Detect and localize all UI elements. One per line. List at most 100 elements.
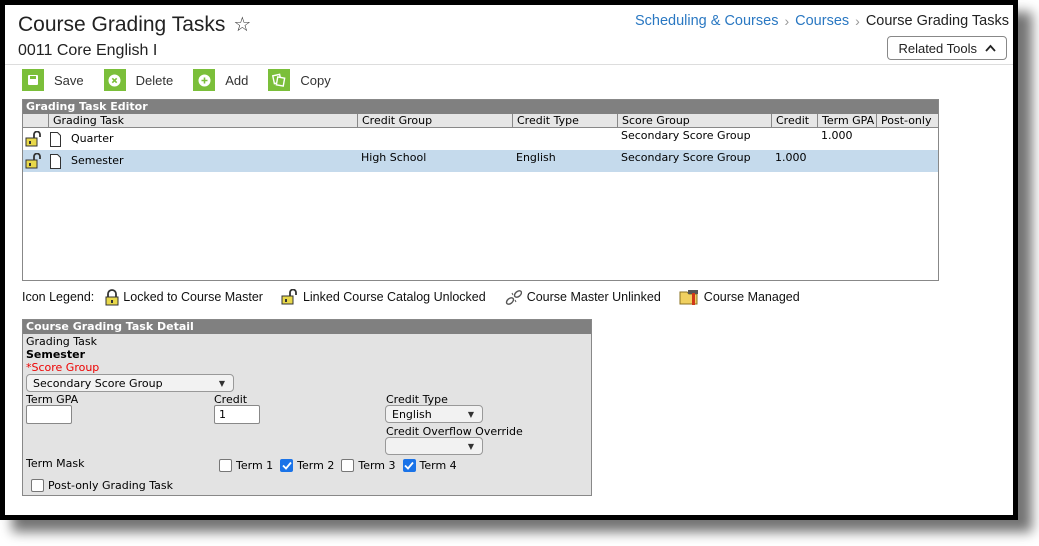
term-mask-checkboxes: Term 1 Term 2 Term 3 Term 4 <box>219 459 464 472</box>
grading-task-label: Grading Task <box>26 335 98 348</box>
credit-cell <box>771 128 817 150</box>
column-header-credit-type[interactable]: Credit Type <box>512 114 617 127</box>
table-row[interactable]: Quarter Secondary Score Group 1.000 <box>23 128 938 150</box>
chevron-up-icon <box>985 44 996 52</box>
course-grading-task-detail: Course Grading Task Detail Grading Task … <box>22 319 592 496</box>
score-group-select[interactable]: Secondary Score Group ▼ <box>26 374 234 392</box>
task-cell: Semester <box>23 150 357 172</box>
unlocked-icon <box>25 131 41 147</box>
grading-task-editor: Grading Task Editor Grading Task Credit … <box>22 99 939 281</box>
post-only-checkbox[interactable] <box>31 479 44 492</box>
credit-group-cell: High School <box>361 151 427 164</box>
credit-group-cell <box>357 128 512 150</box>
locked-icon <box>105 288 119 305</box>
term-label: Term 1 <box>236 459 274 472</box>
related-tools-label: Related Tools <box>898 40 977 56</box>
credit-overflow-select[interactable]: ▼ <box>385 437 483 455</box>
credit-cell: 1.000 <box>775 151 807 164</box>
credit-type-selected: English <box>392 407 432 421</box>
chevron-down-icon: ▼ <box>467 409 474 419</box>
add-button[interactable]: Add <box>193 69 248 91</box>
term-1-option[interactable]: Term 1 <box>219 459 273 472</box>
save-icon <box>22 69 44 91</box>
header-divider <box>5 64 1013 65</box>
page-subtitle: 0011 Core English I <box>18 42 158 59</box>
breadcrumb-current: Course Grading Tasks <box>865 13 1009 29</box>
action-toolbar: Save Delete Add Copy <box>22 69 331 91</box>
checkmark-icon <box>404 461 414 470</box>
column-header-score-group[interactable]: Score Group <box>617 114 771 127</box>
post-only-label: Post-only Grading Task <box>48 479 173 492</box>
breadcrumb: Scheduling & Courses › Courses › Course … <box>635 13 1009 29</box>
credit-input[interactable]: 1 <box>214 405 260 424</box>
score-group-cell: Secondary Score Group <box>621 129 751 142</box>
score-group-selected: Secondary Score Group <box>33 376 163 390</box>
term-2-checkbox[interactable] <box>280 459 294 472</box>
breadcrumb-scheduling[interactable]: Scheduling & Courses <box>635 13 778 29</box>
save-button[interactable]: Save <box>22 69 84 91</box>
term-4-option[interactable]: Term 4 <box>402 459 457 472</box>
course-managed-icon <box>679 290 698 305</box>
column-header-post-only[interactable]: Post-only <box>876 114 938 127</box>
save-label: Save <box>54 72 84 88</box>
score-group-cell: Secondary Score Group <box>621 151 751 164</box>
grading-task-value: Semester <box>26 348 85 361</box>
task-cell: Quarter <box>23 128 357 150</box>
copy-button[interactable]: Copy <box>268 69 331 91</box>
term-mask-label: Term Mask <box>26 457 85 470</box>
unlocked-icon <box>281 289 297 305</box>
star-icon[interactable]: ☆ <box>233 12 251 37</box>
credit-type-cell: English <box>516 151 556 164</box>
unlocked-icon <box>25 153 41 169</box>
page-title: Course Grading Tasks <box>18 12 226 36</box>
term-gpa-cell <box>817 150 876 172</box>
document-icon <box>50 153 61 169</box>
legend-text: Course Master Unlinked <box>526 290 661 304</box>
document-icon <box>50 131 61 147</box>
term-gpa-input[interactable] <box>26 405 72 424</box>
term-label: Term 4 <box>419 459 457 472</box>
column-header-credit[interactable]: Credit <box>771 114 817 127</box>
page-title-row: Course Grading Tasks ☆ <box>18 12 251 37</box>
term-3-option[interactable]: Term 3 <box>341 459 396 472</box>
editor-column-headers: Grading Task Credit Group Credit Type Sc… <box>23 114 938 128</box>
breadcrumb-courses[interactable]: Courses <box>795 13 849 29</box>
broken-link-icon <box>505 289 522 305</box>
copy-label: Copy <box>300 72 331 88</box>
copy-icon <box>268 69 291 91</box>
credit-type-cell <box>512 128 617 150</box>
legend-item-locked: Locked to Course Master <box>104 288 263 306</box>
column-header-term-gpa[interactable]: Term GPA <box>817 114 876 127</box>
delete-button[interactable]: Delete <box>103 69 174 91</box>
add-icon <box>193 69 216 91</box>
score-group-label: *Score Group <box>26 361 100 374</box>
term-2-option[interactable]: Term 2 <box>280 459 334 472</box>
table-row-selected[interactable]: Semester High School English Secondary S… <box>23 150 938 172</box>
legend-text: Locked to Course Master <box>123 290 263 304</box>
term-1-checkbox[interactable] <box>219 459 232 472</box>
related-tools-button[interactable]: Related Tools <box>887 36 1007 60</box>
legend-label: Icon Legend: <box>22 290 95 304</box>
term-4-checkbox[interactable] <box>402 459 416 472</box>
term-gpa-cell: 1.000 <box>821 129 853 142</box>
add-label: Add <box>225 72 249 88</box>
column-header-grading-task[interactable]: Grading Task <box>48 114 357 127</box>
chevron-down-icon: ▼ <box>218 378 225 388</box>
column-header-icons <box>23 114 48 127</box>
column-header-credit-group[interactable]: Credit Group <box>357 114 512 127</box>
delete-label: Delete <box>135 72 174 88</box>
legend-item-unlocked: Linked Course Catalog Unlocked <box>281 289 486 305</box>
legend-item-managed: Course Managed <box>679 288 800 306</box>
task-name: Quarter <box>71 132 114 145</box>
chevron-right-icon: › <box>855 13 860 29</box>
chevron-down-icon: ▼ <box>467 441 474 451</box>
term-3-checkbox[interactable] <box>341 459 355 472</box>
icon-legend: Icon Legend: Locked to Course Master Lin… <box>22 288 818 306</box>
window-frame: Course Grading Tasks ☆ 0011 Core English… <box>0 0 1018 520</box>
page: Course Grading Tasks ☆ 0011 Core English… <box>5 5 1013 515</box>
post-only-row: Post-only Grading Task <box>31 479 173 492</box>
post-only-cell <box>876 150 938 172</box>
term-label: Term 3 <box>358 459 396 472</box>
task-name: Semester <box>71 154 124 167</box>
credit-type-select[interactable]: English ▼ <box>385 405 483 423</box>
